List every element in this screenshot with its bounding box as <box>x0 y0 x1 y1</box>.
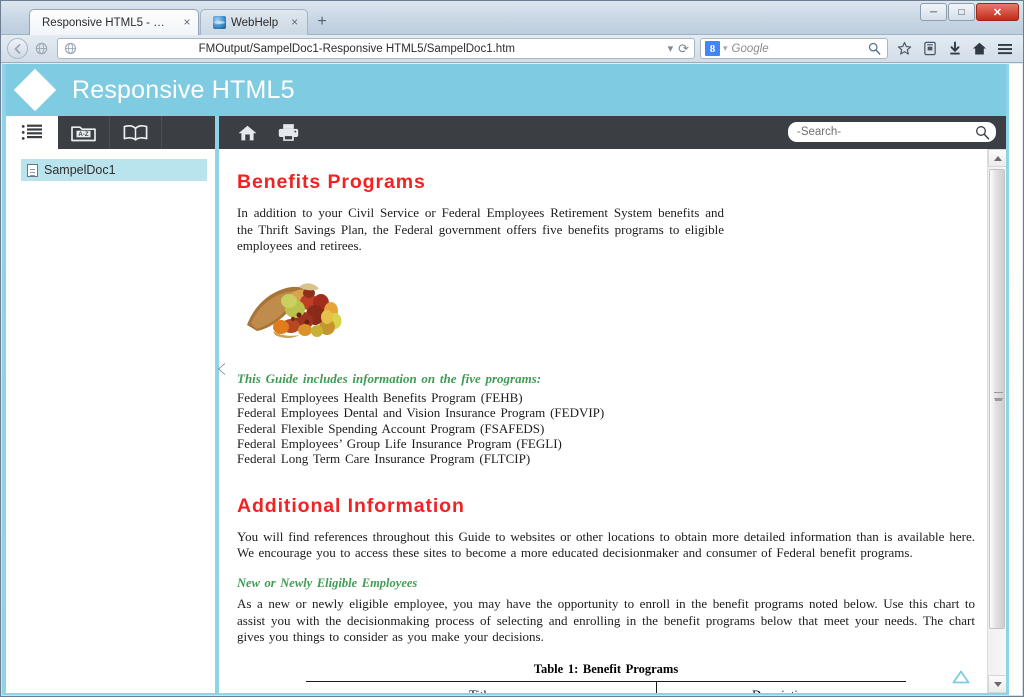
new-employees-paragraph: As a new or newly eligible employee, you… <box>237 596 975 645</box>
site-identity-icon[interactable] <box>60 40 80 57</box>
minimize-button[interactable]: ─ <box>920 3 947 21</box>
close-icon: ✕ <box>992 6 1003 19</box>
back-to-top-button[interactable] <box>952 670 970 684</box>
home-button[interactable] <box>227 116 268 149</box>
chevron-left-icon <box>219 363 226 375</box>
subheading-new-eligible-employees: New or Newly Eligible Employees <box>237 576 418 590</box>
table-column-title: Title <box>306 680 657 693</box>
glossary-tab[interactable] <box>110 116 162 149</box>
app-title: Responsive HTML5 <box>72 75 295 104</box>
search-input[interactable] <box>797 126 975 138</box>
url-bar-actions: ▾ ⟳ <box>668 41 694 57</box>
content-scrollbar[interactable] <box>987 149 1006 693</box>
close-icon[interactable]: × <box>182 16 192 29</box>
additional-information-paragraph: You will find references throughout this… <box>237 528 975 561</box>
downloads-icon[interactable] <box>942 38 967 60</box>
guide-lead-text: This Guide includes information on the f… <box>237 370 542 386</box>
sidebar-tabs: A-Z <box>6 116 219 149</box>
index-tab[interactable]: A-Z <box>58 116 110 149</box>
webhelp-frame: Responsive HTML5 A-Z -Search- SampelDoc1… <box>2 64 1009 695</box>
browser-navbar: FMOutput/SampelDoc1-Responsive HTML5/Sam… <box>1 35 1023 63</box>
document-icon <box>27 163 38 177</box>
browser-titlebar: Responsive HTML5 - SampelD... × WebHelp … <box>1 1 1023 35</box>
webhelp-app: Responsive HTML5 A-Z -Search- SampelDoc1… <box>2 64 1022 695</box>
arrow-left-icon <box>14 43 20 54</box>
section-heading-additional-information: Additional Information <box>237 494 465 517</box>
app-body: SampelDoc1 Benefits Programs In addition… <box>6 149 1006 693</box>
bookmark-star-icon[interactable] <box>892 38 917 60</box>
browser-window: Responsive HTML5 - SampelD... × WebHelp … <box>0 0 1024 697</box>
sidebar-collapse-button[interactable] <box>215 351 230 387</box>
google-icon: 8 <box>705 41 720 56</box>
scroll-down-button[interactable] <box>988 675 1006 693</box>
sidebar-item-label: SampelDoc1 <box>44 163 116 177</box>
list-item: Federal Employees Health Benefits Progra… <box>237 389 523 405</box>
benefit-programs-table: Title Description Federal Employees Heal… <box>306 680 906 693</box>
library-icon[interactable] <box>917 38 942 60</box>
minimize-icon: ─ <box>929 6 938 18</box>
table-header-row: Title Description <box>306 680 906 693</box>
search-box[interactable] <box>788 122 996 142</box>
content-pane: Benefits Programs In addition to your Ci… <box>219 149 1006 693</box>
new-tab-button[interactable]: + <box>309 11 335 35</box>
chevron-down-icon[interactable]: ▾ <box>723 43 728 54</box>
globe-favicon-icon <box>213 16 226 29</box>
scroll-up-button[interactable] <box>988 149 1006 167</box>
menu-icon[interactable] <box>992 38 1017 60</box>
browser-tab-2[interactable]: WebHelp × <box>200 9 309 35</box>
diamond-logo-icon <box>13 68 57 112</box>
svg-text:A-Z: A-Z <box>78 131 88 138</box>
table-caption: Table 1: Benefit Programs <box>533 661 679 676</box>
print-button[interactable] <box>268 116 309 149</box>
triangle-up-icon <box>952 670 970 684</box>
back-button[interactable] <box>7 38 28 59</box>
url-text: FMOutput/SampelDoc1-Responsive HTML5/Sam… <box>198 42 515 55</box>
list-item: Federal Flexible Spending Account Progra… <box>237 420 545 436</box>
close-icon[interactable]: × <box>288 16 301 29</box>
page-title: Benefits Programs <box>237 171 426 193</box>
browser-search-bar[interactable]: 8 ▾ Google <box>700 38 888 59</box>
list-item: Federal Long Term Care Insurance Program… <box>237 451 531 467</box>
cornucopia-image <box>243 269 345 349</box>
browser-tab-1-title: Responsive HTML5 - SampelD... <box>42 16 172 29</box>
browser-search-placeholder: Google <box>731 42 769 55</box>
app-header: Responsive HTML5 <box>6 64 1006 116</box>
url-bar[interactable]: FMOutput/SampelDoc1-Responsive HTML5/Sam… <box>57 38 695 59</box>
caret-down-icon <box>993 681 1002 687</box>
search-icon[interactable] <box>975 125 990 140</box>
close-window-button[interactable]: ✕ <box>976 3 1019 21</box>
maximize-icon: □ <box>958 6 965 18</box>
book-icon <box>123 125 148 141</box>
home-icon[interactable] <box>967 38 992 60</box>
browser-tab-2-title: WebHelp <box>231 16 279 29</box>
browser-tab-1[interactable]: Responsive HTML5 - SampelD... × <box>29 9 199 35</box>
programs-list: Federal Employees Health Benefits Progra… <box>237 390 975 467</box>
sidebar-item-sampeldoc1[interactable]: SampelDoc1 <box>21 159 207 181</box>
reload-icon[interactable]: ⟳ <box>678 41 689 57</box>
home-icon <box>238 125 257 140</box>
a-z-icon: A-Z <box>71 125 96 141</box>
browser-toolbar-icons <box>892 38 1017 60</box>
scrollbar-grip <box>994 392 1003 399</box>
list-icon <box>21 124 42 140</box>
printer-icon <box>278 124 299 141</box>
maximize-button[interactable]: □ <box>948 3 975 21</box>
forward-button[interactable] <box>31 38 52 59</box>
scrollbar-thumb[interactable] <box>989 169 1005 629</box>
content-toolbar <box>219 116 1006 149</box>
document-content: Benefits Programs In addition to your Ci… <box>219 149 987 693</box>
window-controls: ─ □ ✕ <box>920 3 1019 21</box>
list-item: Federal Employees Dental and Vision Insu… <box>237 405 605 421</box>
list-item: Federal Employees’ Group Life Insurance … <box>237 436 562 451</box>
toc-tab[interactable] <box>6 116 58 149</box>
intro-paragraph: In addition to your Civil Service or Fed… <box>237 205 724 254</box>
globe-icon <box>35 42 48 55</box>
browser-tabstrip: Responsive HTML5 - SampelD... × WebHelp … <box>29 9 335 35</box>
table-column-description: Description <box>656 680 906 693</box>
caret-up-icon <box>993 155 1002 161</box>
chevron-down-icon[interactable]: ▾ <box>668 42 674 55</box>
app-navbar: A-Z <box>6 116 1006 149</box>
search-icon[interactable] <box>868 42 881 55</box>
sidebar-panel: SampelDoc1 <box>6 149 226 693</box>
